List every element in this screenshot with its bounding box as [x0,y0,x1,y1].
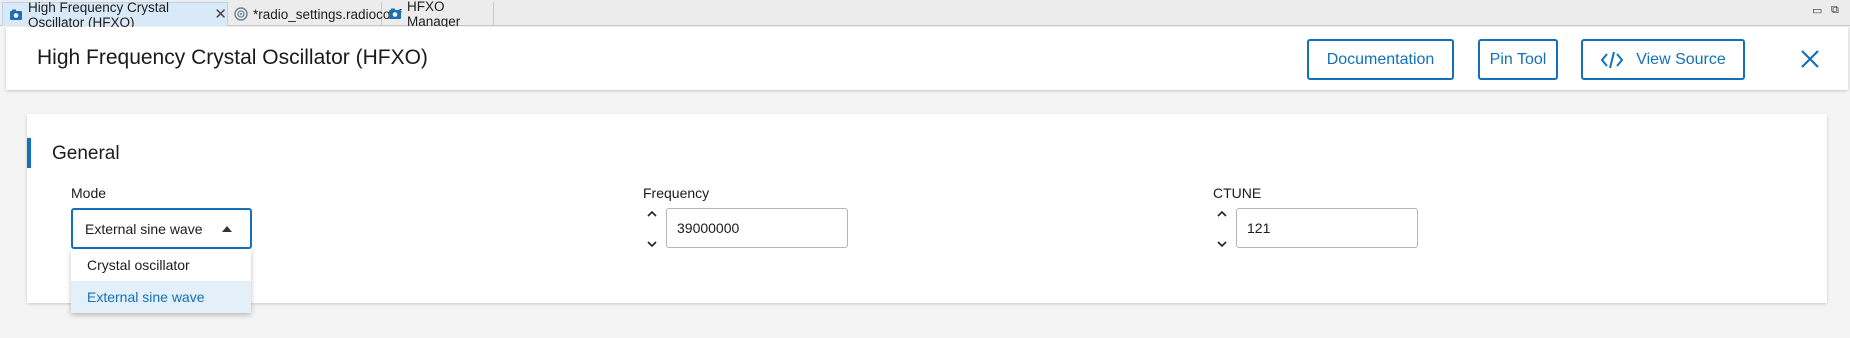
mode-select-value: External sine wave [85,220,203,237]
increment-icon[interactable] [646,209,658,219]
section-title: General [52,143,120,164]
frequency-value: 39000000 [677,220,740,236]
ctune-stepper [1215,209,1229,249]
frequency-label: Frequency [643,185,710,201]
increment-icon[interactable] [1216,209,1228,219]
mode-label: Mode [71,185,107,201]
page-title: High Frequency Crystal Oscillator (HFXO) [37,46,428,69]
frequency-input[interactable]: 39000000 [666,208,848,248]
mode-dropdown-menu: Crystal oscillator External sine wave [71,249,251,313]
mode-option-external-sine-wave[interactable]: External sine wave [71,281,251,313]
mode-select[interactable]: External sine wave [71,208,252,249]
editor-header: High Frequency Crystal Oscillator (HFXO)… [6,27,1848,90]
documentation-label: Documentation [1326,50,1435,68]
tab-radio-settings[interactable]: *radio_settings.radioconf [228,2,402,26]
restore-icon[interactable]: ⧉ [1831,4,1839,17]
section-accent-bar [27,138,31,168]
pin-tool-button[interactable]: Pin Tool [1478,39,1558,80]
config-icon [388,7,402,21]
ctune-input[interactable]: 121 [1236,208,1418,248]
decrement-icon[interactable] [646,239,658,249]
documentation-button[interactable]: Documentation [1307,39,1454,80]
mode-option-crystal-oscillator[interactable]: Crystal oscillator [71,249,251,281]
close-icon[interactable] [1796,45,1824,73]
radio-icon [234,7,248,21]
frequency-stepper [645,209,659,249]
tab-label: High Frequency Crystal Oscillator (HFXO) [28,0,170,30]
close-tab-icon[interactable]: ✕ [214,7,227,22]
code-icon [1600,50,1624,70]
ctune-label: CTUNE [1213,185,1262,201]
tab-label: HFXO Manager [407,0,461,29]
view-source-button[interactable]: View Source [1581,39,1745,80]
tab-hfxo[interactable]: High Frequency Crystal Oscillator (HFXO)… [2,0,228,30]
config-icon [9,8,23,22]
editor-tab-bar: High Frequency Crystal Oscillator (HFXO)… [0,0,1850,30]
view-source-label: View Source [1636,50,1726,68]
decrement-icon[interactable] [1216,239,1228,249]
minimize-icon[interactable]: ▭ [1812,4,1822,17]
caret-up-icon [222,226,232,232]
general-card: General Mode External sine wave Frequenc… [27,114,1827,303]
pin-tool-label: Pin Tool [1489,50,1547,68]
tab-label: *radio_settings.radioconf [253,6,402,22]
ctune-value: 121 [1247,220,1271,236]
tab-hfxo-manager[interactable]: HFXO Manager [382,0,494,29]
